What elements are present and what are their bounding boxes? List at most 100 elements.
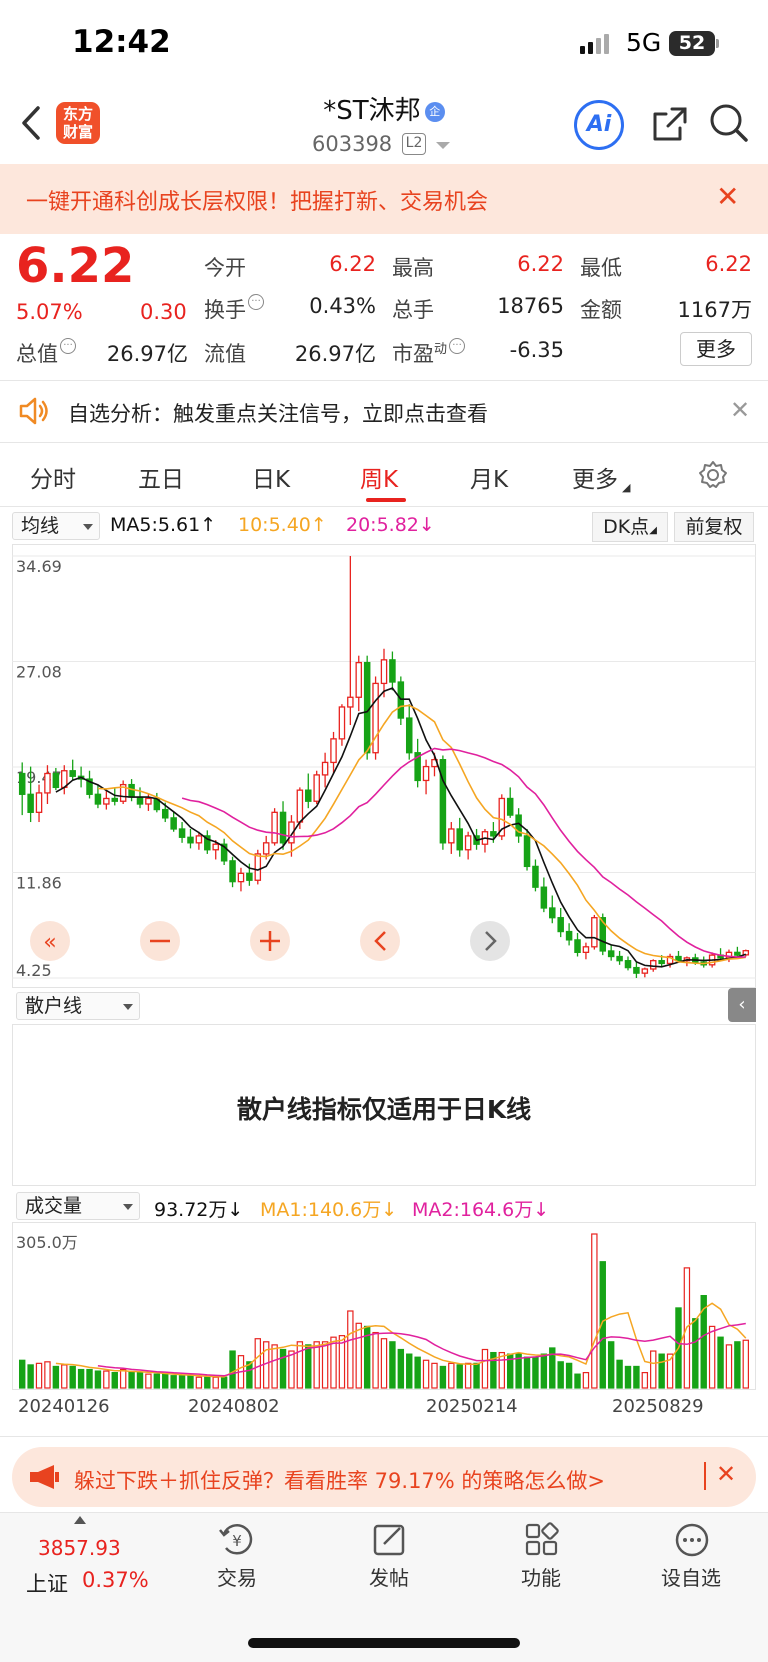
candle-body bbox=[389, 659, 396, 683]
add-watchlist-icon[interactable] bbox=[674, 1522, 710, 1558]
market-cap-value: 26.97亿 bbox=[106, 342, 188, 366]
candle bbox=[363, 655, 371, 760]
candle-body bbox=[448, 828, 455, 844]
vol-ma2-value: MA2:164.6万 bbox=[412, 1199, 534, 1221]
tab-monthly-k[interactable]: 月K bbox=[470, 460, 508, 494]
current-price: 6.22 bbox=[16, 238, 135, 294]
alert-text[interactable]: 自选分析：触发重点关注信号，立即点击查看 bbox=[68, 398, 488, 428]
index-change[interactable]: 0.37% bbox=[82, 1568, 149, 1592]
caret-icon: ◢ bbox=[649, 525, 657, 536]
low-value: 6.22 bbox=[705, 252, 752, 276]
trade-icon[interactable]: ¥ bbox=[218, 1522, 256, 1558]
volume-bar bbox=[103, 1370, 110, 1389]
turnover-label[interactable]: 换手 ··· bbox=[204, 294, 264, 324]
open-label: 今开 bbox=[204, 256, 246, 280]
volume-bar bbox=[523, 1356, 531, 1389]
volume-bar bbox=[616, 1359, 623, 1389]
tab-daily-k[interactable]: 日K bbox=[252, 460, 290, 494]
candle-body bbox=[397, 681, 405, 719]
candle bbox=[119, 780, 127, 805]
volume-bar bbox=[431, 1362, 438, 1389]
retail-indicator-label: 散户线 bbox=[25, 995, 83, 1017]
collapse-side-panel-icon[interactable]: ‹ bbox=[728, 988, 756, 1022]
volume-bar bbox=[414, 1356, 421, 1389]
search-icon[interactable] bbox=[708, 102, 750, 144]
index-value[interactable]: 3857.93 bbox=[38, 1536, 121, 1560]
nav-add-watchlist[interactable]: 设自选 bbox=[646, 1562, 736, 1591]
float-cap-value: 26.97亿 bbox=[294, 342, 376, 366]
volume-bar bbox=[195, 1376, 203, 1389]
ma-indicator-select[interactable]: 均线 bbox=[12, 512, 100, 540]
tab-intraday[interactable]: 分时 bbox=[30, 460, 76, 494]
info-icon[interactable]: ··· bbox=[248, 294, 264, 310]
volume-bar bbox=[27, 1364, 34, 1389]
volume-bar bbox=[464, 1362, 472, 1389]
pe-label[interactable]: 市盈动 ··· bbox=[392, 338, 466, 368]
tab-more[interactable]: 更多 ◢ bbox=[572, 460, 630, 494]
more-quote-button[interactable]: 更多 bbox=[680, 332, 752, 366]
expand-up-icon[interactable] bbox=[74, 1516, 86, 1524]
x-axis-date-label: 20240802 bbox=[188, 1396, 280, 1417]
volume-bar bbox=[212, 1376, 219, 1389]
market-cap-label[interactable]: 总值 ··· bbox=[16, 338, 76, 368]
rewind-button[interactable]: « bbox=[30, 921, 70, 961]
info-icon[interactable]: ··· bbox=[60, 338, 76, 354]
ma20-value: 20:5.82 bbox=[346, 514, 419, 536]
post-icon[interactable] bbox=[372, 1522, 408, 1558]
volume-bar bbox=[271, 1344, 278, 1389]
volume-bar bbox=[717, 1336, 724, 1389]
status-time: 12:42 bbox=[72, 24, 171, 60]
ma10-arrow: ↑ bbox=[310, 514, 327, 536]
index-name[interactable]: 上证 bbox=[26, 1568, 68, 1598]
volume-bar bbox=[355, 1322, 362, 1389]
zoom-in-button[interactable] bbox=[250, 921, 290, 961]
nav-trade[interactable]: 交易 bbox=[192, 1562, 282, 1591]
volume-bar bbox=[111, 1372, 118, 1389]
level2-dropdown-icon[interactable] bbox=[436, 142, 450, 149]
low-label: 最低 bbox=[580, 256, 622, 280]
functions-icon[interactable] bbox=[524, 1522, 560, 1558]
level2-badge[interactable]: L2 bbox=[402, 133, 426, 155]
volume-bar bbox=[372, 1331, 379, 1389]
dk-point-label: DK点 bbox=[603, 516, 650, 538]
stock-code: 603398 bbox=[312, 132, 393, 156]
zoom-out-button[interactable] bbox=[140, 921, 180, 961]
close-icon[interactable]: ✕ bbox=[730, 396, 750, 424]
promo-banner-text[interactable]: 一键开通科创成长层权限！把握打新、交易机会 bbox=[26, 184, 488, 216]
candle-body bbox=[262, 842, 270, 855]
volume-bar bbox=[650, 1350, 657, 1389]
adjust-mode-button[interactable]: 前复权 bbox=[674, 512, 754, 542]
volume-arrow: ↓ bbox=[227, 1199, 244, 1221]
dk-point-button[interactable]: DK点◢ bbox=[592, 512, 668, 542]
candle-body bbox=[145, 797, 152, 805]
share-icon[interactable] bbox=[650, 104, 690, 144]
retail-indicator-select[interactable]: 散户线 bbox=[16, 992, 140, 1020]
candle-body bbox=[161, 808, 169, 819]
volume-max-label: 305.0万 bbox=[16, 1233, 78, 1252]
info-icon[interactable]: ··· bbox=[449, 338, 466, 354]
next-button[interactable] bbox=[470, 921, 510, 961]
nav-post[interactable]: 发帖 bbox=[344, 1562, 434, 1591]
tab-weekly-k[interactable]: 周K bbox=[360, 460, 398, 494]
tab-five-day[interactable]: 五日 bbox=[138, 460, 184, 494]
volume-bar bbox=[641, 1372, 649, 1389]
volume-bar bbox=[422, 1359, 430, 1389]
strategy-ad-text[interactable]: 躲过下跌＋抓住反弹？看看胜率 79.17% 的策略怎么做> bbox=[74, 1465, 605, 1495]
close-icon[interactable]: ✕ bbox=[716, 180, 739, 213]
volume-indicator-select[interactable]: 成交量 bbox=[16, 1192, 140, 1220]
vol-ma1-readout: MA1:140.6万↓ bbox=[260, 1195, 397, 1222]
pe-value: -6.35 bbox=[509, 338, 564, 362]
volume-bar bbox=[119, 1368, 127, 1389]
total-hands-value: 18765 bbox=[497, 294, 564, 318]
y-axis-label: 27.08 bbox=[16, 663, 62, 682]
ai-assistant-button[interactable]: Ai bbox=[574, 100, 624, 150]
candle-body bbox=[540, 886, 548, 909]
prev-button[interactable] bbox=[360, 921, 400, 961]
volume-chart[interactable]: 305.0万 bbox=[12, 1222, 756, 1390]
candle-body bbox=[94, 793, 102, 805]
nav-functions[interactable]: 功能 bbox=[496, 1562, 586, 1591]
gear-icon[interactable] bbox=[698, 460, 728, 490]
volume-bar bbox=[204, 1376, 211, 1389]
volume-bar bbox=[565, 1362, 573, 1389]
close-icon[interactable]: ✕ bbox=[716, 1460, 736, 1488]
